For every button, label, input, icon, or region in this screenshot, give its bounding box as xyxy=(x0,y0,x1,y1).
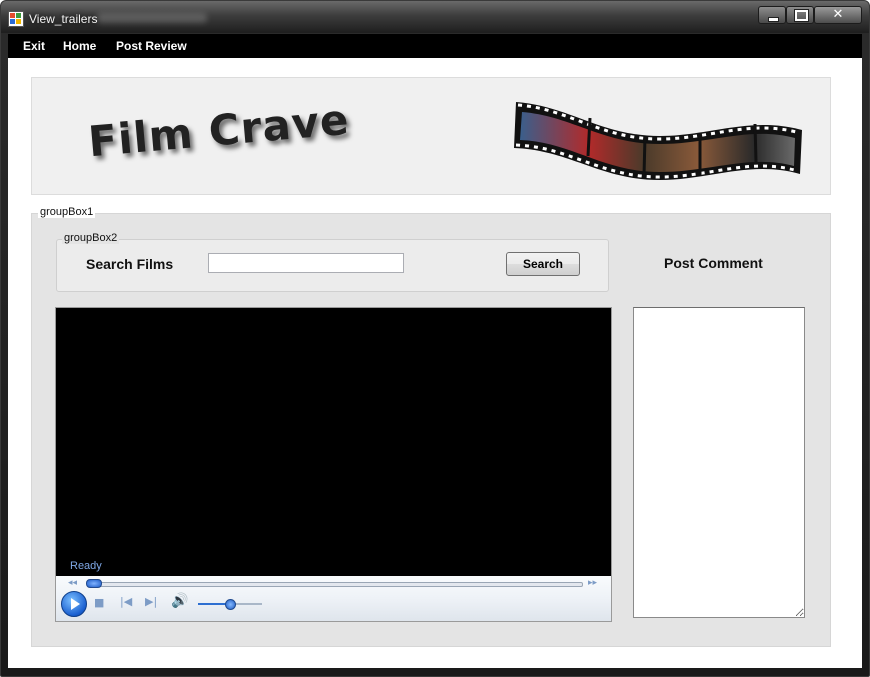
menu-bar: Exit Home Post Review xyxy=(8,34,862,58)
app-window: View_trailers ✕ Exit Home Post Review Fi… xyxy=(0,0,870,677)
menu-item-home[interactable]: Home xyxy=(63,39,96,53)
play-icon[interactable] xyxy=(61,591,87,617)
post-comment-label: Post Comment xyxy=(664,255,763,271)
volume-icon[interactable]: 🔊 xyxy=(171,593,188,609)
video-screen[interactable] xyxy=(56,308,611,576)
next-icon[interactable]: ▶| xyxy=(145,595,157,608)
previous-icon[interactable]: |◀ xyxy=(120,595,132,608)
window-content: Exit Home Post Review Film Crave groupBo… xyxy=(8,34,862,668)
player-status: Ready xyxy=(70,560,102,572)
search-button[interactable]: Search xyxy=(506,252,580,276)
close-glyph: ✕ xyxy=(832,7,844,22)
title-glow xyxy=(97,13,207,23)
group-box-1: groupBox1 groupBox2 Search Films Search … xyxy=(31,206,831,647)
menu-item-post-review[interactable]: Post Review xyxy=(116,39,187,53)
filmstrip-image xyxy=(514,102,802,180)
search-input[interactable] xyxy=(208,253,404,273)
menu-item-exit[interactable]: Exit xyxy=(23,39,45,53)
window-title: View_trailers xyxy=(29,12,98,26)
client-area: Film Crave groupBox1 groupBox2 Search Fi… xyxy=(8,58,862,668)
rewind-icon[interactable]: ◂◂ xyxy=(68,578,77,588)
volume-thumb[interactable] xyxy=(225,599,236,610)
app-icon[interactable] xyxy=(8,11,24,27)
banner: Film Crave xyxy=(31,77,831,195)
maximize-icon[interactable] xyxy=(786,6,814,24)
search-films-label: Search Films xyxy=(86,256,174,272)
comment-textbox[interactable] xyxy=(633,307,805,618)
logo-text: Film Crave xyxy=(86,94,352,167)
seek-thumb[interactable] xyxy=(86,579,102,588)
video-player[interactable]: Ready ◂◂ ▸▸ ■ |◀ ▶| 🔊 xyxy=(55,307,612,622)
player-controls: ◂◂ ▸▸ ■ |◀ ▶| 🔊 xyxy=(56,576,611,621)
close-icon[interactable]: ✕ xyxy=(814,6,862,24)
stop-icon[interactable]: ■ xyxy=(94,596,104,609)
seek-bar[interactable] xyxy=(87,582,583,587)
minimize-icon[interactable] xyxy=(758,6,786,24)
group-box-2: groupBox2 Search Films Search xyxy=(56,232,609,292)
group-box-1-label: groupBox1 xyxy=(38,206,96,218)
title-bar[interactable]: View_trailers ✕ xyxy=(1,1,869,33)
group-box-2-label: groupBox2 xyxy=(62,232,120,244)
fast-forward-icon[interactable]: ▸▸ xyxy=(588,578,597,588)
